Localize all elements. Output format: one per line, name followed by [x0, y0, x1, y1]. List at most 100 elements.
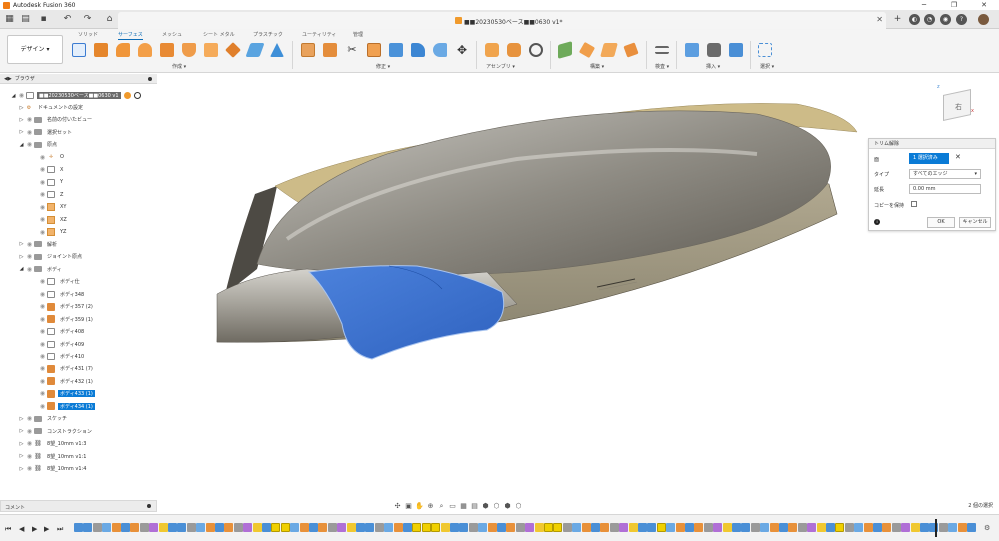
revolve-icon[interactable] [116, 43, 130, 57]
collapse-triangle-icon[interactable]: ◢ [10, 93, 17, 99]
tab-mesh[interactable]: メッシュ [162, 31, 182, 38]
orbit-icon[interactable]: ✣ [393, 502, 402, 511]
timeline-feature-icon[interactable] [121, 523, 130, 532]
timeline-feature-icon[interactable] [215, 523, 224, 532]
viewports-icon[interactable]: ▤ [470, 502, 479, 511]
browser-tree-item[interactable]: ◉ ボディ348 [38, 289, 86, 300]
collapse-triangle-icon[interactable]: ◢ [18, 142, 25, 148]
visibility-eye-icon[interactable]: ◉ [25, 141, 34, 148]
expand-triangle-icon[interactable]: ▷ [18, 416, 25, 422]
clear-selection-icon[interactable]: ✕ [955, 153, 961, 161]
visibility-eye-icon[interactable]: ◉ [38, 390, 47, 397]
timeline-feature-icon[interactable] [233, 523, 243, 532]
insert-mesh-icon[interactable] [707, 43, 721, 57]
timeline-feature-icon[interactable] [882, 523, 892, 532]
timeline-settings-icon[interactable]: ⚙ [984, 524, 990, 532]
timeline-feature-icon[interactable] [478, 523, 488, 532]
visibility-eye-icon[interactable]: ◉ [38, 341, 47, 348]
comments-bar[interactable]: コメント [0, 500, 157, 512]
document-tab[interactable]: ■■20230530ベース■■0630 v1* ✕ [118, 12, 886, 29]
timeline-feature-icon[interactable] [694, 523, 704, 532]
zoom-icon[interactable]: ⊕ [426, 502, 435, 511]
visibility-eye-icon[interactable]: ◉ [25, 116, 34, 123]
visibility-eye-icon[interactable]: ◉ [38, 154, 47, 161]
visibility-eye-icon[interactable]: ◉ [38, 291, 47, 298]
shaded-edges-icon[interactable]: ⬡ [492, 502, 501, 511]
keep-copy-checkbox[interactable] [911, 201, 917, 207]
new-tab-icon[interactable]: + [892, 14, 903, 25]
comments-add-icon[interactable] [147, 504, 151, 508]
workspace-switcher-button[interactable]: デザイン ▾ [7, 35, 63, 64]
extrude-icon[interactable] [94, 43, 108, 57]
close-tab-icon[interactable]: ✕ [876, 15, 883, 24]
timeline-feature-icon[interactable] [290, 523, 300, 532]
look-at-icon[interactable]: ▣ [404, 502, 413, 511]
timeline-feature-icon[interactable] [553, 523, 563, 532]
expand-triangle-icon[interactable]: ▷ [18, 466, 25, 472]
timeline-feature-icon[interactable] [450, 523, 459, 532]
timeline-feature-icon[interactable] [139, 523, 149, 532]
timeline-feature-icon[interactable] [863, 523, 873, 532]
timeline-feature-icon[interactable] [807, 523, 817, 532]
timeline-feature-icon[interactable] [186, 523, 196, 532]
visibility-eye-icon[interactable]: ◉ [38, 191, 47, 198]
expand-triangle-icon[interactable]: ▷ [18, 105, 25, 111]
browser-tree-item[interactable]: ▷ ◉ コンストラクション [18, 426, 94, 437]
undo-icon[interactable]: ↶ [62, 14, 73, 25]
timeline-feature-icon[interactable] [750, 523, 760, 532]
timeline-feature-icon[interactable] [149, 523, 159, 532]
select-icon[interactable] [758, 43, 772, 57]
canvas-icon[interactable] [729, 43, 743, 57]
timeline-feature-icon[interactable] [403, 523, 412, 532]
browser-tree-item[interactable]: ◢ ◉ 原点 [18, 139, 59, 150]
minimize-button[interactable]: ─ [909, 0, 939, 10]
motion-study-icon[interactable] [529, 43, 543, 57]
timeline-feature-icon[interactable] [581, 523, 591, 532]
construct-group-label[interactable]: 構築 ▾ [590, 63, 604, 70]
browser-tree-item[interactable]: ◉ Y [38, 177, 65, 188]
notifications-icon[interactable]: ◉ [940, 14, 951, 25]
close-window-button[interactable]: ✕ [969, 0, 999, 10]
timeline-feature-icon[interactable] [628, 523, 638, 532]
timeline-feature-icon[interactable] [929, 523, 939, 532]
timeline-feature-icon[interactable] [440, 523, 450, 532]
visibility-eye-icon[interactable]: ◉ [38, 365, 47, 372]
trim-icon[interactable] [323, 43, 337, 57]
timeline-feature-icon[interactable] [83, 523, 93, 532]
expand-triangle-icon[interactable]: ▷ [18, 129, 25, 135]
visibility-eye-icon[interactable]: ◉ [38, 179, 47, 186]
browser-tree-item[interactable]: ◉ X [38, 164, 65, 175]
browser-tree-item[interactable]: ▷ ◉ 選択セット [18, 127, 74, 138]
ok-button[interactable]: OK [927, 217, 955, 228]
browser-tree-item[interactable]: ▷ ◉ ⛓ 8望_10mm v1:4 [18, 463, 88, 474]
stitch-icon[interactable] [411, 43, 425, 57]
timeline-feature-icon[interactable] [675, 523, 685, 532]
timeline-feature-icon[interactable] [356, 523, 365, 532]
timeline-feature-icon[interactable] [177, 523, 187, 532]
zoom-window-icon[interactable]: ⌕ [437, 502, 446, 511]
timeline-feature-icon[interactable] [525, 523, 535, 532]
timeline-feature-icon[interactable] [431, 523, 441, 532]
extend-distance-input[interactable]: 0.00 mm [909, 184, 981, 194]
expand-triangle-icon[interactable]: ▷ [18, 428, 25, 434]
ruled-icon[interactable] [204, 43, 218, 57]
timeline-feature-icon[interactable] [703, 523, 713, 532]
timeline-feature-icon[interactable] [741, 523, 751, 532]
midplane-icon[interactable] [623, 42, 639, 58]
visual-style-icon[interactable]: ⬡ [514, 502, 523, 511]
info-icon[interactable]: i [874, 219, 880, 225]
offset-plane-icon[interactable] [558, 41, 572, 59]
modify-group-label[interactable]: 修正 ▾ [376, 63, 390, 70]
timeline-feature-icon[interactable] [224, 523, 234, 532]
create-sketch-icon[interactable] [72, 43, 86, 57]
timeline-feature-icon[interactable] [779, 523, 788, 532]
timeline-feature-icon[interactable] [280, 523, 290, 532]
go-to-start-icon[interactable]: ⏮ [5, 525, 11, 534]
browser-tree-item[interactable]: ▷ ◉ 名前の付いたビュー [18, 114, 94, 125]
visibility-eye-icon[interactable]: ◉ [38, 278, 47, 285]
activate-radio-icon[interactable] [133, 92, 141, 99]
visibility-eye-icon[interactable]: ◉ [38, 403, 47, 410]
thicken-icon[interactable] [245, 43, 265, 57]
redo-icon[interactable]: ↷ [82, 14, 93, 25]
measure-icon[interactable] [655, 46, 669, 54]
